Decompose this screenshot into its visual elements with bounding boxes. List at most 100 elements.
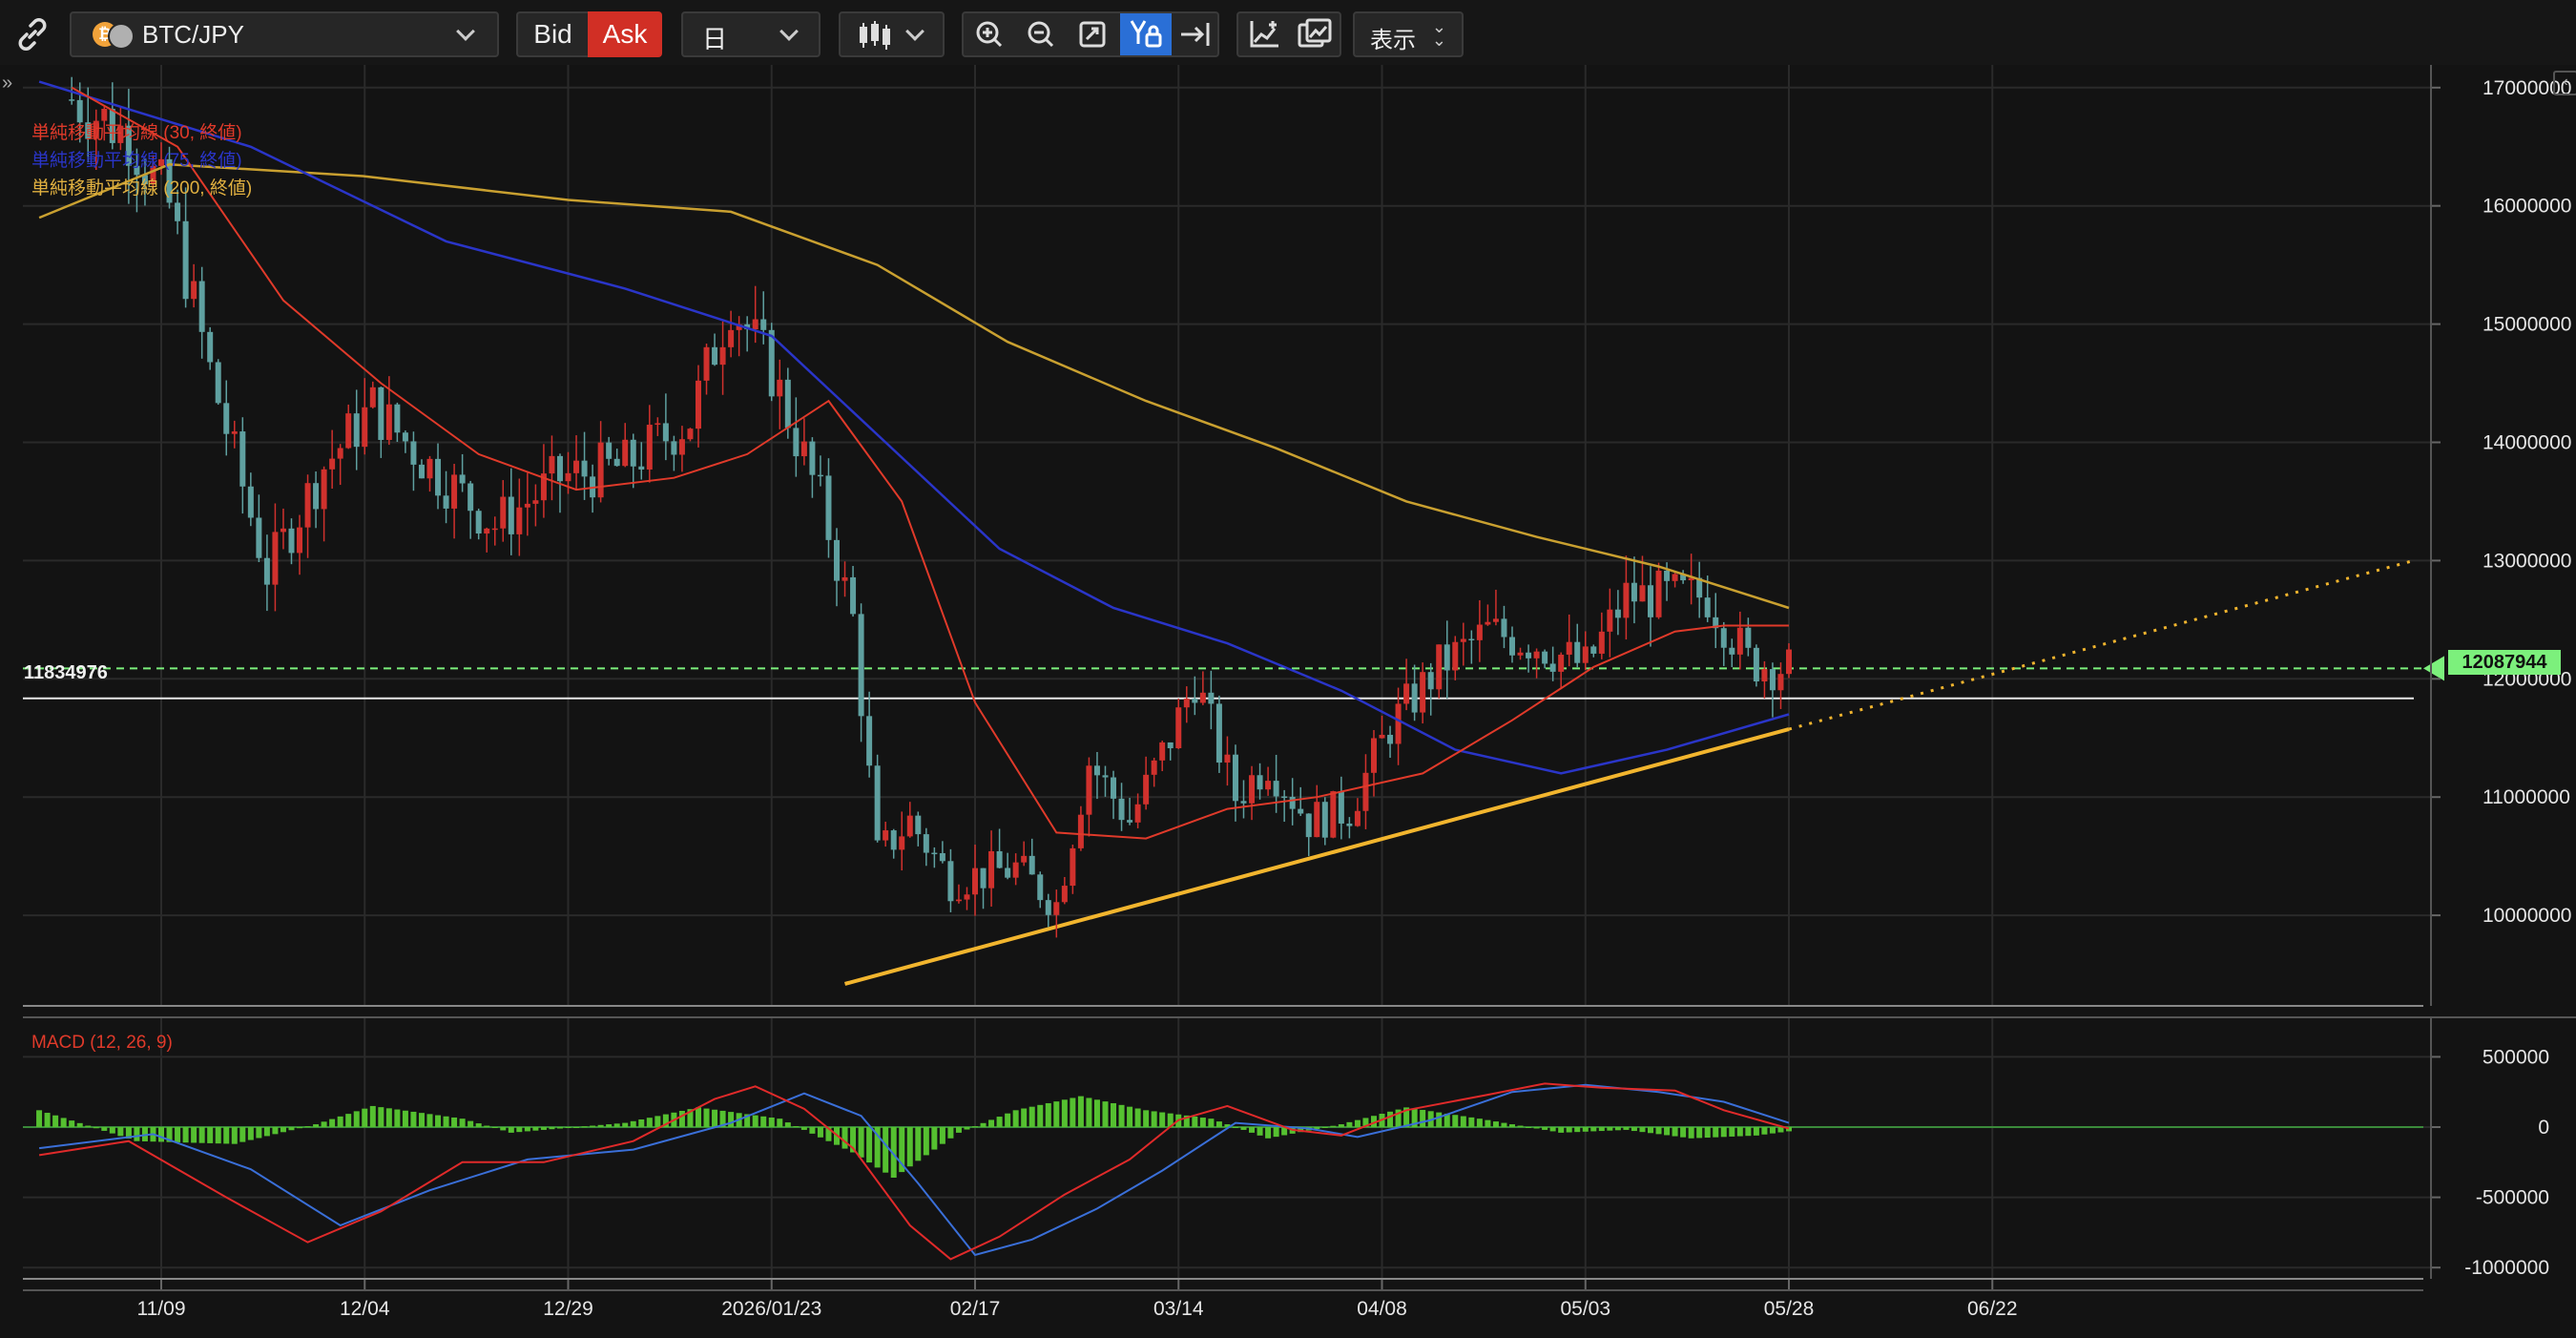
macd-histogram-bar bbox=[1623, 1127, 1630, 1130]
macd-histogram-bar bbox=[988, 1119, 995, 1127]
candle bbox=[1590, 646, 1597, 654]
macd-histogram-bar bbox=[1134, 1108, 1141, 1127]
candle bbox=[175, 202, 181, 221]
scroll-to-end-icon[interactable] bbox=[1174, 15, 1217, 53]
add-indicator-icon[interactable] bbox=[1242, 15, 1288, 53]
macd-histogram-bar bbox=[69, 1120, 75, 1127]
macd-histogram-bar bbox=[939, 1127, 945, 1144]
macd-histogram-bar bbox=[198, 1127, 205, 1143]
macd-histogram-bar bbox=[215, 1127, 221, 1144]
zoom-in-icon[interactable] bbox=[967, 15, 1011, 53]
candle bbox=[906, 815, 913, 837]
macd-histogram-bar bbox=[1526, 1127, 1532, 1128]
drawing-tool-icon[interactable] bbox=[1292, 15, 1338, 53]
fit-screen-icon[interactable] bbox=[1070, 15, 1114, 53]
candle bbox=[1672, 574, 1678, 581]
macd-histogram-bar bbox=[613, 1123, 620, 1127]
macd-histogram-bar bbox=[1542, 1127, 1548, 1130]
candle bbox=[1273, 781, 1279, 797]
macd-histogram-bar bbox=[1558, 1127, 1565, 1133]
macd-histogram-bar bbox=[1696, 1127, 1703, 1139]
macd-histogram-bar bbox=[207, 1127, 214, 1143]
macd-histogram-bar bbox=[906, 1127, 913, 1167]
candle bbox=[1021, 855, 1028, 863]
macd-histogram-bar bbox=[760, 1116, 767, 1127]
macd-histogram-bar bbox=[581, 1126, 588, 1128]
macd-histogram-bar bbox=[630, 1120, 636, 1127]
macd-histogram-bar bbox=[1485, 1119, 1491, 1127]
macd-histogram-bar bbox=[1111, 1102, 1117, 1127]
chevron-down-icon bbox=[456, 22, 475, 41]
macd-histogram-bar bbox=[1232, 1127, 1238, 1128]
candle bbox=[1045, 900, 1051, 915]
macd-histogram-bar bbox=[638, 1118, 645, 1127]
candle bbox=[223, 403, 230, 434]
candle bbox=[923, 834, 929, 853]
candle bbox=[1037, 874, 1044, 901]
macd-histogram-bar bbox=[60, 1118, 67, 1127]
candle bbox=[955, 899, 962, 902]
macd-histogram-bar bbox=[654, 1116, 661, 1127]
display-menu-button[interactable]: 表示 ⌄ ⌄ bbox=[1353, 11, 1464, 57]
macd-histogram-bar bbox=[556, 1127, 563, 1129]
collapse-panel-icon[interactable]: » bbox=[2, 73, 12, 94]
candle bbox=[1753, 647, 1759, 682]
macd-histogram-bar bbox=[1664, 1127, 1671, 1136]
macd-histogram-bar bbox=[800, 1127, 807, 1130]
candle bbox=[1298, 808, 1304, 814]
macd-histogram-bar bbox=[1330, 1125, 1337, 1127]
macd-histogram-bar bbox=[923, 1127, 929, 1156]
candle bbox=[1053, 902, 1060, 915]
legend-macd: MACD (12, 26, 9) bbox=[31, 1033, 173, 1053]
candle bbox=[850, 576, 857, 615]
candle bbox=[1501, 618, 1507, 638]
candle bbox=[1330, 791, 1337, 838]
macd-histogram-bar bbox=[247, 1127, 254, 1140]
macd-histogram-bar bbox=[777, 1118, 783, 1127]
macd-histogram-bar bbox=[52, 1115, 59, 1127]
macd-histogram-bar bbox=[1102, 1101, 1109, 1127]
candle bbox=[410, 441, 417, 465]
macd-histogram-bar bbox=[883, 1127, 889, 1173]
macd-histogram-bar bbox=[1127, 1106, 1133, 1127]
macd-histogram-bar bbox=[573, 1127, 580, 1128]
macd-histogram-bar bbox=[549, 1127, 555, 1130]
candle bbox=[321, 469, 327, 510]
candle bbox=[1362, 772, 1369, 811]
bid-button[interactable]: Bid bbox=[516, 11, 588, 57]
candle bbox=[1745, 627, 1752, 648]
candle bbox=[1289, 796, 1296, 809]
macd-histogram-bar bbox=[1199, 1118, 1206, 1127]
expand-axis-icon[interactable]: ‹ bbox=[2553, 71, 2576, 95]
candle bbox=[1077, 814, 1084, 848]
macd-histogram-bar bbox=[134, 1127, 140, 1141]
candle bbox=[1720, 628, 1727, 648]
candle bbox=[215, 362, 221, 404]
macd-histogram-bar bbox=[678, 1110, 685, 1127]
macd-histogram-bar bbox=[223, 1127, 230, 1144]
macd-histogram-bar bbox=[288, 1127, 295, 1131]
zoom-out-icon[interactable] bbox=[1019, 15, 1063, 53]
chart-type-selector[interactable] bbox=[839, 11, 945, 57]
macd-histogram-bar bbox=[1143, 1110, 1150, 1127]
chart-area[interactable]: 11/09 12/04 12/29 2026/01/23 02/17 03/14 04/08… bbox=[0, 65, 2576, 1338]
timeframe-selector[interactable]: 日 bbox=[681, 11, 821, 57]
macd-histogram-bar bbox=[313, 1124, 320, 1127]
candle bbox=[443, 495, 449, 509]
symbol-selector[interactable]: ₿ BTC/JPY bbox=[70, 11, 499, 57]
link-icon[interactable] bbox=[11, 13, 53, 55]
macd-histogram-bar bbox=[1012, 1110, 1019, 1127]
candle bbox=[1566, 641, 1572, 655]
macd-histogram-bar bbox=[1321, 1127, 1328, 1128]
macd-histogram-bar bbox=[996, 1117, 1003, 1127]
candle bbox=[915, 815, 922, 835]
macd-histogram-bar bbox=[565, 1127, 571, 1128]
macd-histogram-bar bbox=[695, 1107, 701, 1127]
candle bbox=[695, 380, 701, 429]
candle bbox=[1444, 644, 1450, 671]
macd-histogram-bar bbox=[117, 1127, 124, 1137]
ask-button[interactable]: Ask bbox=[588, 11, 662, 57]
macd-histogram-bar bbox=[972, 1126, 979, 1128]
candle bbox=[777, 379, 783, 397]
y-axis-lock-icon[interactable] bbox=[1120, 13, 1172, 55]
